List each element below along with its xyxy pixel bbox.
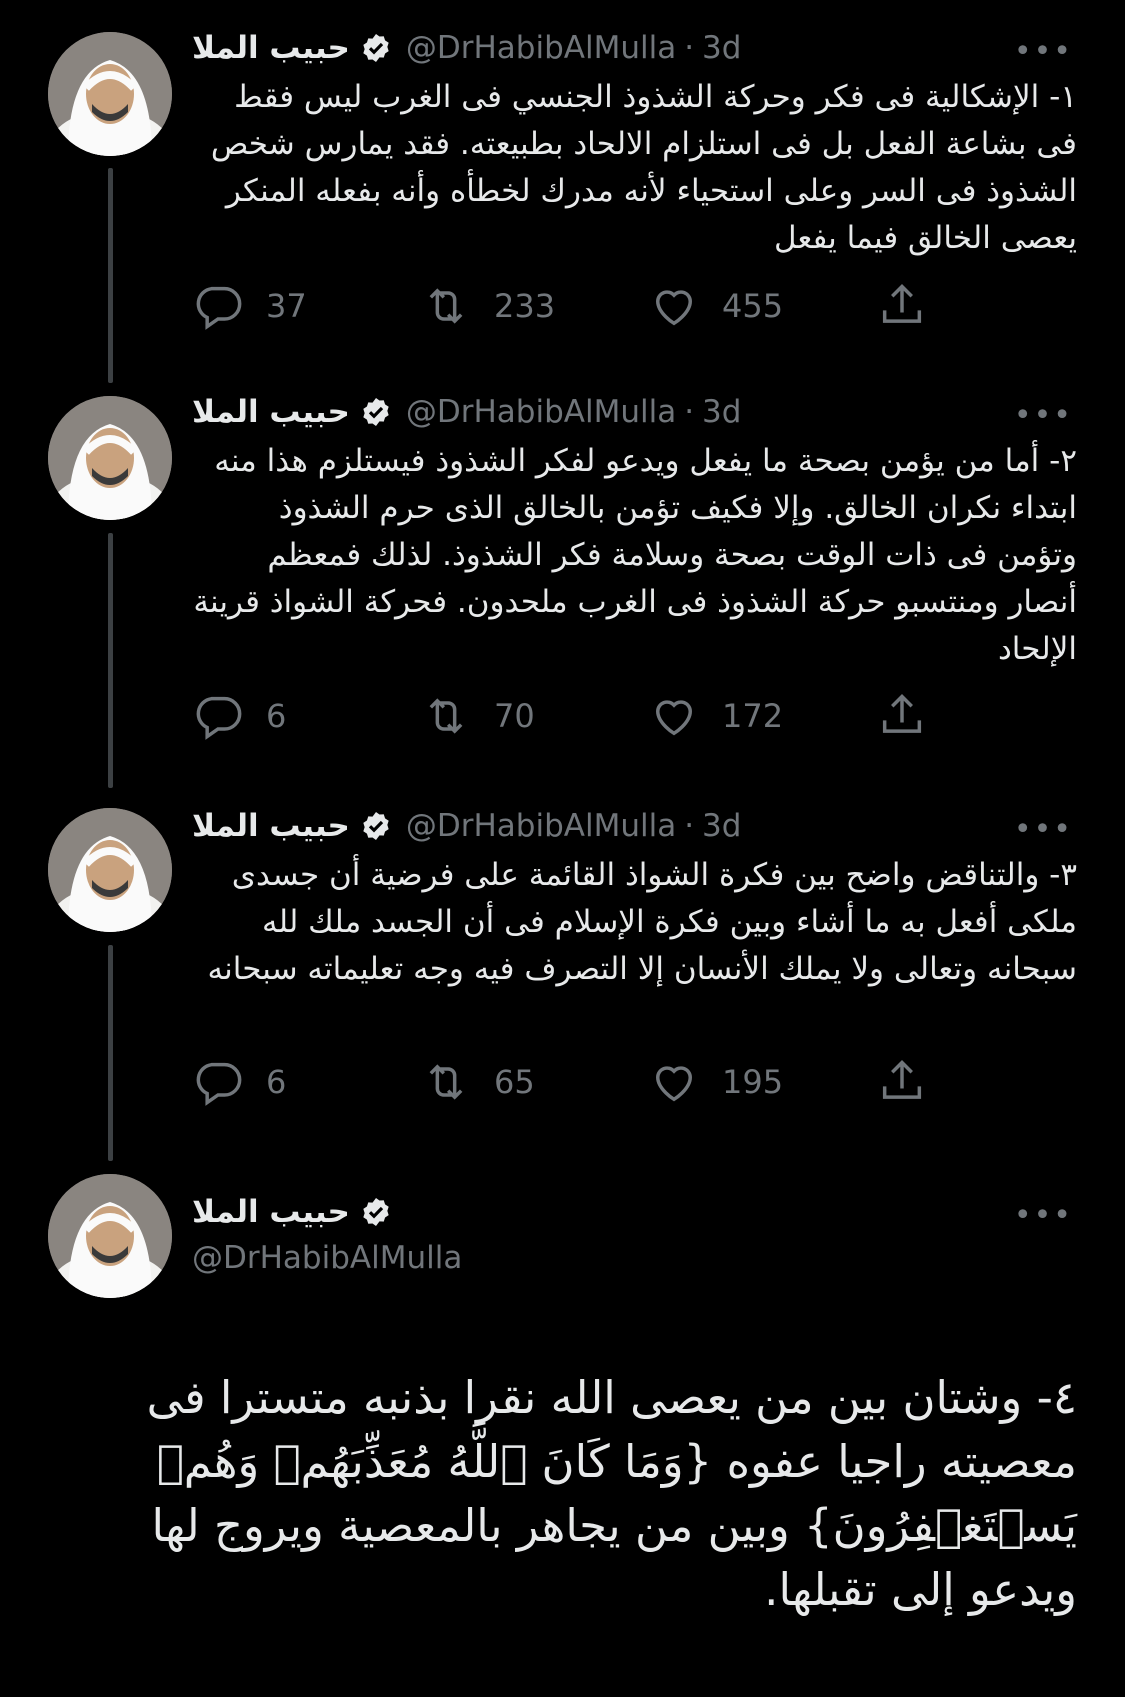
avatar-image [48,1174,172,1298]
tweet-3[interactable]: حبيب الملا @DrHabibAlMulla · 3d ••• ٣- و… [0,804,1125,1174]
tweet-actions: 6 65 195 [192,1052,932,1112]
verified-icon [363,398,389,426]
tweet-2[interactable]: حبيب الملا @DrHabibAlMulla · 3d ••• ٢- أ… [0,390,1125,800]
share-button[interactable] [876,276,950,336]
retweet-icon [429,698,463,734]
like-button[interactable]: 455 [648,276,783,336]
tweet-actions: 37 233 455 [192,276,932,336]
tweet-text: ١- الإشكالية فى فكر وحركة الشذوذ الجنسي … [210,79,1077,256]
more-icon[interactable]: ••• [1014,1198,1073,1233]
like-icon [656,290,692,326]
like-button[interactable]: 195 [648,1052,783,1112]
share-button[interactable] [876,1052,950,1112]
share-icon [882,1060,922,1099]
share-button[interactable] [876,686,950,746]
author-name[interactable]: حبيب الملا [192,808,350,844]
avatar-image [48,32,172,156]
reply-icon [196,696,242,740]
tweet-header: حبيب الملا @DrHabibAlMulla · 3d [192,26,741,70]
tweet-time[interactable]: 3d [702,30,741,66]
author-name[interactable]: حبيب الملا [192,1194,350,1230]
thread-line [108,168,113,383]
like-count: 172 [722,697,784,735]
like-button[interactable]: 172 [648,686,783,746]
main-tweet-text: ٤- وشتان بين من يعصى الله نقرا بذنبه متس… [146,1371,1077,1616]
separator-dot: · [684,30,695,66]
retweet-count: 70 [494,697,535,735]
share-icon [882,284,922,323]
tweet-header: حبيب الملا @DrHabibAlMulla · 3d [192,804,741,848]
retweet-count: 65 [494,1063,535,1101]
retweet-button[interactable]: 70 [420,686,535,746]
reply-count: 6 [266,697,287,735]
verified-icon [363,1198,389,1226]
reply-button[interactable]: 37 [192,276,307,336]
tweet-time[interactable]: 3d [702,808,741,844]
more-icon[interactable]: ••• [1014,812,1073,847]
tweet-header: حبيب الملا @DrHabibAlMulla · 3d [192,390,741,434]
thread-line [108,945,113,1161]
retweet-button[interactable]: 65 [420,1052,535,1112]
retweet-button[interactable]: 233 [420,276,555,336]
tweet-header: حبيب الملا [192,1190,406,1234]
avatar[interactable] [48,1174,172,1298]
reply-icon [196,286,242,330]
author-handle[interactable]: @DrHabibAlMulla [406,808,676,844]
more-icon[interactable]: ••• [1014,398,1073,433]
author-handle[interactable]: @DrHabibAlMulla [406,30,676,66]
reply-count: 37 [266,287,307,325]
retweet-icon [429,288,463,324]
avatar-image [48,396,172,520]
reply-button[interactable]: 6 [192,1052,286,1112]
author-handle[interactable]: @DrHabibAlMulla [406,394,676,430]
thread-line [108,533,113,788]
verified-icon [363,34,389,62]
avatar[interactable] [48,808,172,932]
reply-button[interactable]: 6 [192,686,286,746]
author-name[interactable]: حبيب الملا [192,30,350,66]
avatar[interactable] [48,396,172,520]
avatar[interactable] [48,32,172,156]
tweet-time[interactable]: 3d [702,394,741,430]
reply-icon [196,1062,242,1106]
separator-dot: · [684,808,695,844]
more-icon[interactable]: ••• [1014,34,1073,69]
separator-dot: · [684,394,695,430]
like-count: 455 [722,287,784,325]
tweet-actions: 6 70 172 [192,686,932,746]
author-name[interactable]: حبيب الملا [192,394,350,430]
reply-count: 6 [266,1063,287,1101]
tweet-text: ٣- والتناقض واضح بين فكرة الشواذ القائمة… [207,857,1077,987]
like-icon [656,700,692,736]
author-handle[interactable]: @DrHabibAlMulla [192,1240,462,1276]
main-tweet[interactable]: حبيب الملا @DrHabibAlMulla ••• ٤- وشتان … [0,1170,1125,1690]
tweet-text: ٢- أما من يؤمن بصحة ما يفعل ويدعو لفكر ا… [193,443,1077,667]
retweet-count: 233 [494,287,556,325]
retweet-icon [429,1064,463,1100]
like-count: 195 [722,1063,784,1101]
tweet-1[interactable]: حبيب الملا @DrHabibAlMulla · 3d ••• ١- ا… [0,0,1125,390]
avatar-image [48,808,172,932]
share-icon [882,694,922,733]
like-icon [656,1066,692,1102]
verified-icon [363,812,389,840]
